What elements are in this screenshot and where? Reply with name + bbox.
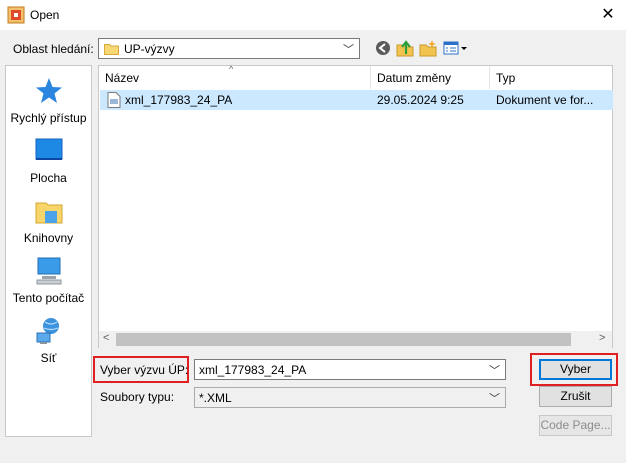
window-title: Open (30, 8, 60, 22)
file-list: Název ^ Datum změny Typ xml_177983_24_PA… (98, 64, 613, 348)
star-icon (36, 78, 62, 103)
new-folder-icon[interactable] (419, 39, 437, 57)
places-bar: Rychlý přístup Plocha Knihovny Tento poč… (5, 65, 92, 437)
close-button[interactable]: ✕ (596, 3, 620, 27)
filetype-label: Soubory typu: (100, 390, 175, 404)
scroll-right-icon[interactable]: > (599, 332, 605, 344)
horizontal-scrollbar[interactable]: < > (99, 331, 612, 348)
code-page-button: Code Page... (539, 415, 612, 436)
place-this-pc[interactable]: Tento počítač (6, 256, 91, 314)
chevron-down-icon: ﹀ (343, 44, 354, 56)
view-menu-icon[interactable] (442, 39, 468, 57)
cancel-button[interactable]: Zrušit (539, 386, 612, 407)
title-bar (0, 0, 626, 30)
chevron-down-icon: ﹀ (489, 393, 500, 405)
place-quick-access[interactable]: Rychlý přístup (6, 76, 91, 134)
column-header-name[interactable]: Název (99, 66, 370, 89)
place-label: Plocha (30, 171, 67, 185)
chevron-down-icon[interactable]: ﹀ (489, 362, 500, 378)
place-label: Knihovny (23, 231, 74, 245)
file-date: 29.05.2024 9:25 (377, 93, 464, 107)
lookin-combo[interactable]: UP-výzvy ﹀ (98, 38, 360, 59)
place-libraries[interactable]: Knihovny (6, 196, 91, 254)
file-name: xml_177983_24_PA (125, 93, 233, 107)
xml-file-icon (107, 92, 121, 108)
place-label: Síť (40, 351, 57, 365)
folder-icon (104, 44, 119, 55)
column-header-type[interactable]: Typ (490, 66, 610, 89)
place-network[interactable]: Síť (6, 316, 91, 374)
filetype-value: *.XML (199, 391, 232, 405)
desktop-icon (35, 138, 63, 160)
place-label: Rychlý přístup (10, 111, 87, 125)
place-desktop[interactable]: Plocha (6, 136, 91, 194)
select-button[interactable]: Vyber (539, 359, 612, 380)
libraries-icon (35, 202, 63, 224)
back-icon[interactable] (374, 39, 392, 57)
place-label: Tento počítač (12, 291, 85, 305)
scroll-thumb[interactable] (116, 333, 571, 346)
filetype-select[interactable]: *.XML ﹀ (194, 387, 506, 408)
lookin-value: UP-výzvy (124, 42, 175, 56)
filename-input[interactable]: xml_177983_24_PA ﹀ (194, 359, 506, 380)
computer-icon (36, 257, 62, 285)
network-icon (36, 318, 59, 344)
filename-value: xml_177983_24_PA (199, 363, 307, 377)
up-folder-icon[interactable] (396, 39, 414, 57)
app-icon (7, 6, 25, 24)
lookin-label: Oblast hledání: (13, 42, 94, 56)
file-type: Dokument ve for... (496, 93, 594, 107)
column-header-date[interactable]: Datum změny (371, 66, 489, 89)
filename-label: Vyber výzvu ÚP: (100, 363, 189, 377)
sort-arrow-icon: ^ (229, 64, 234, 74)
scroll-left-icon[interactable]: < (103, 332, 109, 344)
